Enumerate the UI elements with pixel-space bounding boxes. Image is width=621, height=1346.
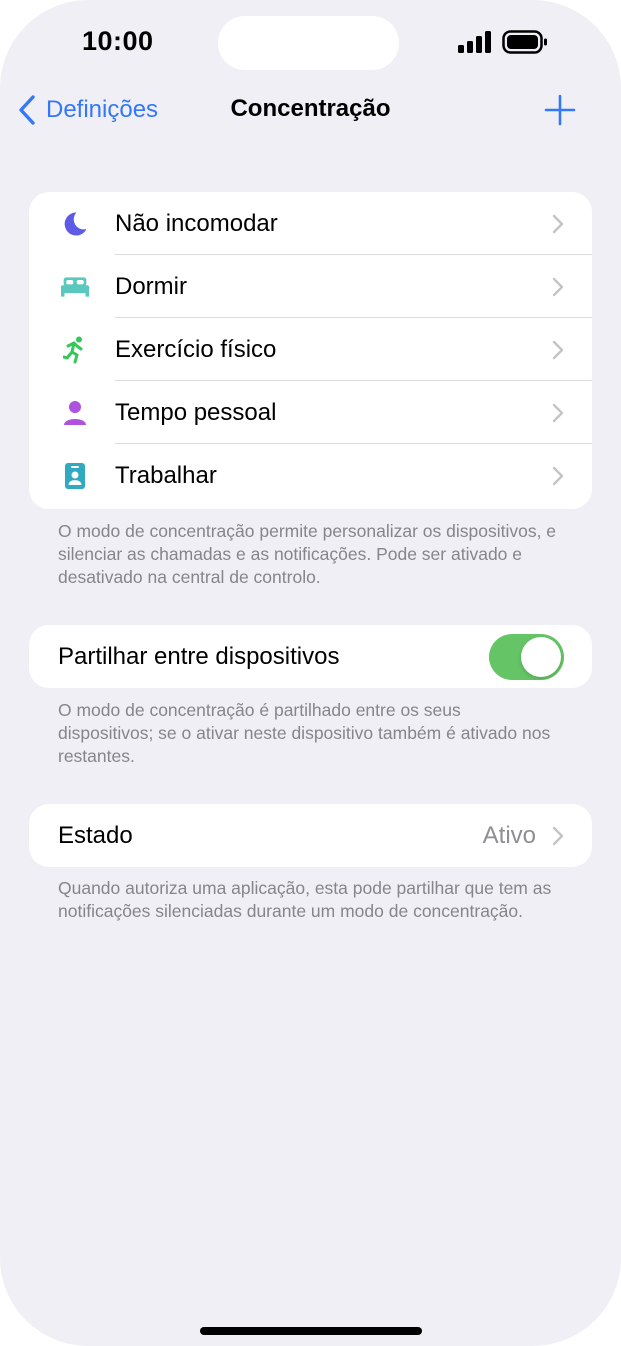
add-icon[interactable] bbox=[543, 93, 577, 127]
focus-mode-label: Tempo pessoal bbox=[115, 398, 277, 426]
chevron-right-icon bbox=[552, 214, 564, 234]
chevron-right-icon bbox=[552, 466, 564, 486]
person-icon bbox=[61, 400, 89, 426]
toggle-knob bbox=[521, 637, 561, 677]
status-label: Estado bbox=[58, 821, 133, 849]
share-footer: O modo de concentração é partilhado entr… bbox=[58, 700, 551, 766]
status-time: 10:00 bbox=[82, 26, 154, 56]
moon-icon bbox=[61, 211, 89, 237]
page-title: Concentração bbox=[230, 95, 391, 122]
battery-icon bbox=[502, 30, 547, 54]
focus-mode-fitness[interactable]: Exercício físico bbox=[29, 318, 592, 381]
chevron-right-icon bbox=[552, 277, 564, 297]
status-row[interactable]: Estado Ativo bbox=[29, 804, 592, 867]
focus-mode-label: Dormir bbox=[115, 272, 187, 300]
phone-screen: 10:00 Definições Concentração Não incomo… bbox=[0, 0, 621, 1346]
focus-mode-label: Exercício físico bbox=[115, 335, 277, 363]
focus-mode-label: Não incomodar bbox=[115, 209, 278, 237]
focus-modes-footer: O modo de concentração permite personali… bbox=[58, 521, 557, 587]
cellular-signal-icon bbox=[458, 31, 491, 53]
status-group: Estado Ativo bbox=[29, 804, 592, 867]
share-toggle[interactable] bbox=[489, 634, 564, 680]
share-row: Partilhar entre dispositivos bbox=[29, 625, 592, 688]
chevron-right-icon bbox=[552, 340, 564, 360]
id-badge-icon bbox=[61, 463, 89, 489]
focus-mode-sleep[interactable]: Dormir bbox=[29, 255, 592, 318]
focus-mode-personal[interactable]: Tempo pessoal bbox=[29, 381, 592, 444]
dynamic-island bbox=[218, 16, 399, 70]
status-footer: Quando autoriza uma aplicação, esta pode… bbox=[58, 878, 552, 921]
chevron-right-icon bbox=[552, 826, 564, 846]
share-label: Partilhar entre dispositivos bbox=[58, 642, 340, 670]
share-group: Partilhar entre dispositivos bbox=[29, 625, 592, 688]
status-value: Ativo bbox=[482, 821, 536, 849]
focus-mode-do-not-disturb[interactable]: Não incomodar bbox=[29, 192, 592, 255]
runner-icon bbox=[61, 336, 89, 364]
focus-mode-label: Trabalhar bbox=[115, 461, 217, 489]
bed-icon bbox=[61, 274, 89, 300]
focus-mode-work[interactable]: Trabalhar bbox=[29, 444, 592, 507]
chevron-right-icon bbox=[552, 403, 564, 423]
focus-modes-list: Não incomodar Dormir Exercício físico Te… bbox=[29, 192, 592, 509]
home-indicator[interactable] bbox=[200, 1327, 422, 1335]
